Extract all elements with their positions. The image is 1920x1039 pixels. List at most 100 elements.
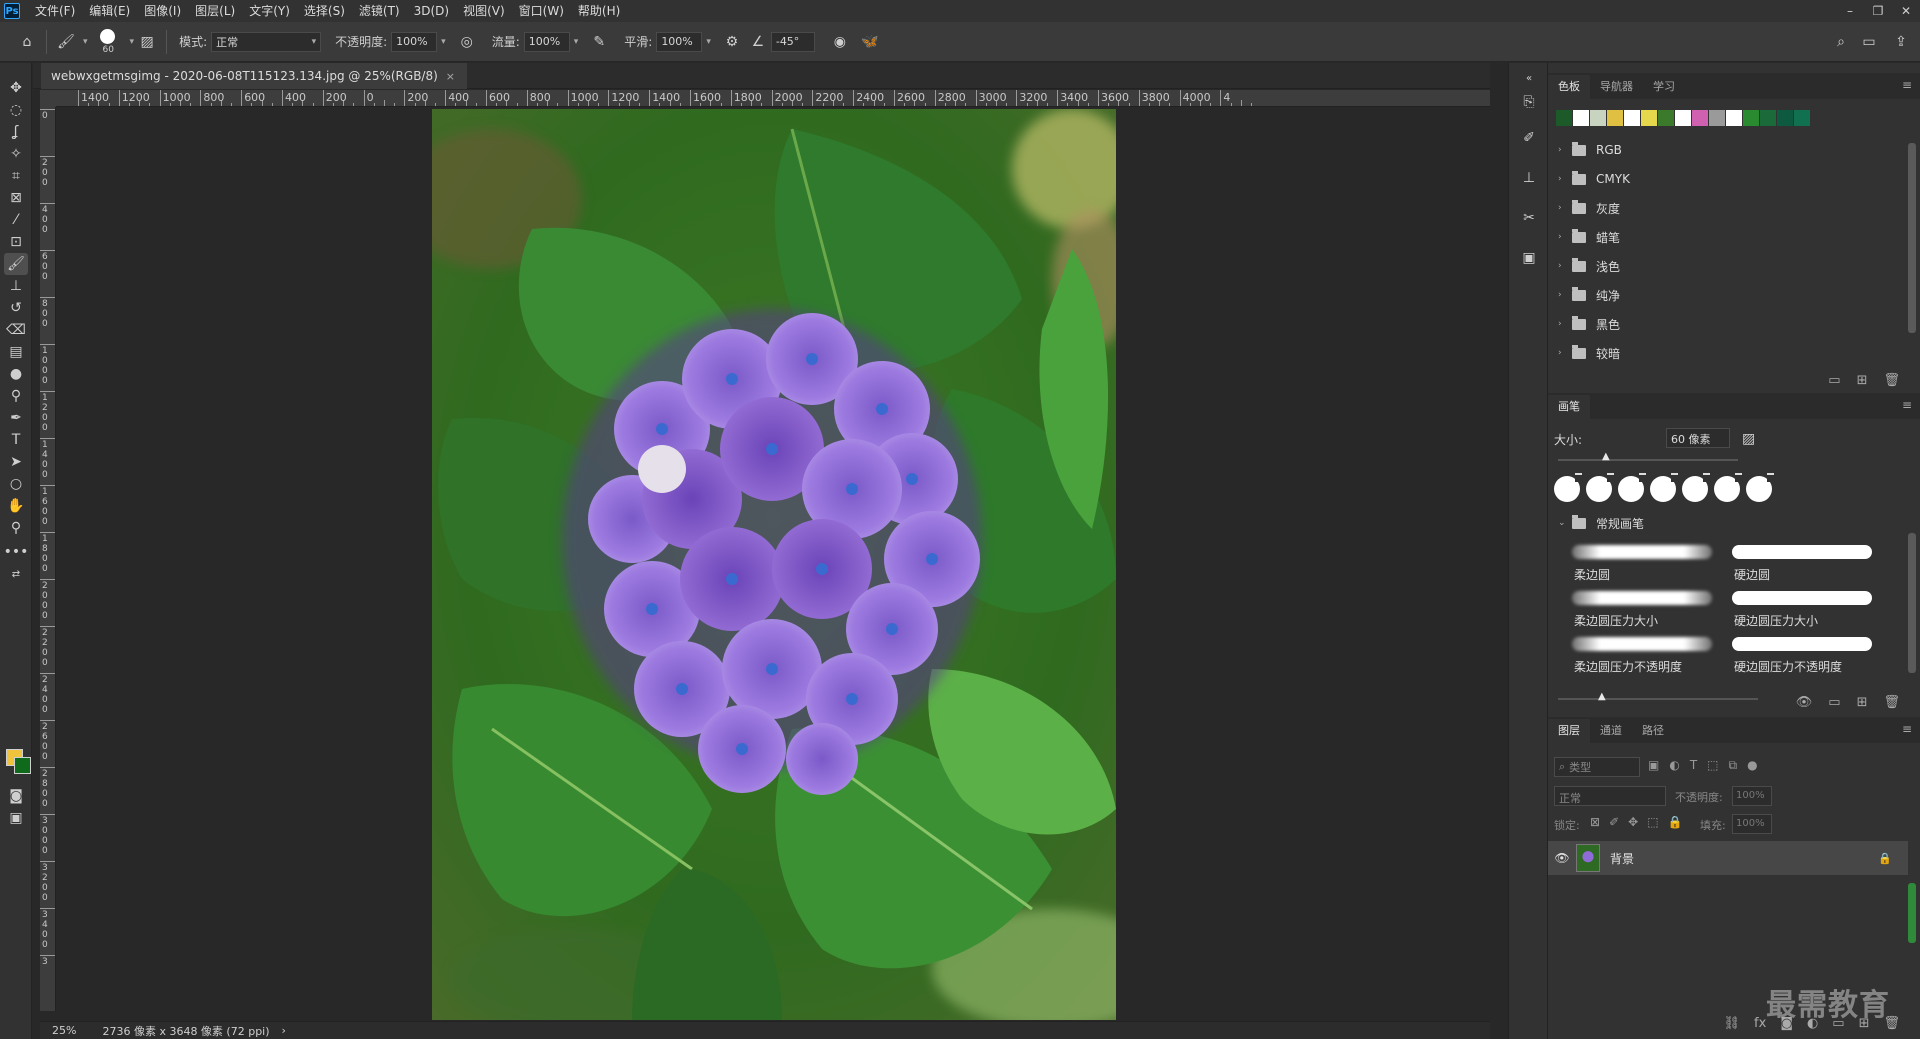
brush-tip-icon[interactable] (1714, 473, 1742, 502)
lasso-tool-icon[interactable]: ʆ (4, 121, 28, 143)
menu-image[interactable]: 图像(I) (137, 0, 188, 22)
menu-3d[interactable]: 3D(D) (407, 0, 456, 22)
horizontal-ruler[interactable]: 1400 1200 1000 800 600 400 200 0 200 400 600 800 100… (56, 90, 1490, 107)
tab-channels[interactable]: 通道 (1590, 719, 1632, 743)
angle-input[interactable]: -45° (770, 31, 815, 52)
panel-menu-icon[interactable]: ≡ (1902, 722, 1912, 736)
zoom-level[interactable]: 25% (52, 1024, 76, 1037)
color-swatch[interactable] (1743, 110, 1759, 126)
brush-tool-icon[interactable]: 🖌 (4, 253, 28, 275)
swatch-folder[interactable]: › 黑色 (1548, 310, 1908, 338)
brush-tool-preset-icon[interactable]: 🖌 (53, 29, 79, 55)
color-swatch[interactable] (1777, 110, 1793, 126)
new-brush-icon[interactable]: ⊞ (1857, 695, 1868, 710)
trash-icon[interactable]: 🗑 (1883, 373, 1900, 388)
shape-filter-icon[interactable]: ⬚ (1707, 758, 1718, 773)
layer-filter-search[interactable]: ⌕ 类型 (1554, 757, 1640, 777)
tab-layers[interactable]: 图层 (1548, 719, 1590, 743)
swatch-folder[interactable]: › CMYK (1548, 165, 1908, 193)
panel-menu-icon[interactable]: ≡ (1902, 398, 1912, 412)
type-filter-icon[interactable]: T (1690, 758, 1697, 773)
panel-menu-icon[interactable]: ≡ (1902, 78, 1912, 92)
symmetry-icon[interactable]: 🦋 (857, 29, 883, 55)
close-button[interactable]: ✕ (1892, 0, 1920, 22)
search-icon[interactable]: ⌕ (1828, 29, 1854, 55)
smoothing-input[interactable]: 100% (656, 31, 703, 52)
slider-handle-icon[interactable]: ▲ (1598, 691, 1606, 702)
airbrush-icon[interactable]: ✎ (586, 29, 612, 55)
color-swatch[interactable] (1675, 110, 1691, 126)
dodge-tool-icon[interactable]: ⚲ (4, 385, 28, 407)
ellipse-tool-icon[interactable]: ○ (4, 473, 28, 495)
color-swatch[interactable] (1556, 110, 1572, 126)
pressure-opacity-icon[interactable]: ◎ (454, 29, 480, 55)
brush-preset-picker[interactable]: 60 (92, 27, 126, 57)
layer-opacity-input[interactable]: 100% (1732, 786, 1772, 806)
brush-tip-icon[interactable] (1554, 473, 1582, 502)
history-panel-icon[interactable]: ⎘ (1518, 91, 1540, 113)
trash-icon[interactable]: 🗑 (1883, 695, 1900, 710)
brush-preset-hard-pressure-size[interactable]: 硬边圆压力大小 (1728, 587, 1878, 631)
eye-icon[interactable]: 👁 (1548, 851, 1576, 865)
brush-preset-hard-pressure-opacity[interactable]: 硬边圆压力不透明度 (1728, 633, 1878, 677)
hand-tool-icon[interactable]: ✋ (4, 495, 28, 517)
color-swatch[interactable] (1590, 110, 1606, 126)
lock-position-icon[interactable]: ✥ (1628, 815, 1638, 829)
swatch-folder[interactable]: › 纯净 (1548, 281, 1908, 309)
menu-select[interactable]: 选择(S) (297, 0, 352, 22)
color-swatch[interactable] (1641, 110, 1657, 126)
brush-tip-icon[interactable] (1586, 473, 1614, 502)
tool-presets-icon[interactable]: ✂ (1518, 207, 1540, 229)
brush-settings-icon[interactable]: ✐ (1518, 127, 1540, 149)
lock-pixels-icon[interactable]: ✐ (1609, 815, 1619, 829)
image-filter-icon[interactable]: ▣ (1648, 758, 1659, 773)
color-swatch[interactable] (1573, 110, 1589, 126)
color-swatch[interactable] (1760, 110, 1776, 126)
swatch-folder[interactable]: › 浅色 (1548, 252, 1908, 280)
collapse-panels-icon[interactable]: « (1518, 67, 1540, 89)
chevron-down-icon[interactable]: ▾ (83, 37, 88, 47)
tab-learn[interactable]: 学习 (1643, 75, 1685, 99)
background-color-swatch[interactable] (14, 757, 31, 774)
swatch-folder[interactable]: › 较暗 (1548, 339, 1908, 367)
path-selection-tool-icon[interactable]: ➤ (4, 451, 28, 473)
layers-scrollbar[interactable] (1908, 883, 1916, 943)
menu-type[interactable]: 文字(Y) (242, 0, 297, 22)
new-swatch-icon[interactable]: ⊞ (1857, 373, 1868, 388)
brush-size-slider[interactable] (1558, 459, 1738, 461)
lock-artboard-icon[interactable]: ⬚ (1647, 815, 1658, 829)
tab-swatches[interactable]: 色板 (1548, 75, 1590, 99)
close-icon[interactable]: × (446, 70, 455, 83)
clone-source-icon[interactable]: ⊥ (1518, 167, 1540, 189)
status-menu-arrow[interactable]: › (282, 1024, 286, 1037)
more-tools-icon[interactable]: ••• (4, 541, 29, 563)
chevron-down-icon[interactable]: ▾ (706, 37, 711, 47)
color-swatch[interactable] (1794, 110, 1810, 126)
brush-preset-soft-pressure-opacity[interactable]: 柔边圆压力不透明度 (1568, 633, 1718, 677)
adjustment-filter-icon[interactable]: ◐ (1669, 758, 1679, 773)
swatch-folder[interactable]: › 蜡笔 (1548, 223, 1908, 251)
tab-navigator[interactable]: 导航器 (1590, 75, 1643, 99)
quick-mask-icon[interactable]: ◙ (4, 785, 28, 807)
vertical-ruler[interactable]: 0 200 400 600 800 1000 1200 1400 1600 1800 2000 220… (40, 107, 56, 1011)
chevron-down-icon[interactable]: ▾ (574, 37, 579, 47)
magic-wand-tool-icon[interactable]: ✧ (4, 143, 28, 165)
menu-layer[interactable]: 图层(L) (188, 0, 242, 22)
menu-window[interactable]: 窗口(W) (512, 0, 571, 22)
color-swatch[interactable] (1607, 110, 1623, 126)
new-group-icon[interactable]: ▭ (1828, 373, 1840, 388)
swap-colors-icon[interactable]: ⇄ (4, 563, 28, 585)
brush-settings-toggle-icon[interactable]: ▨ (1742, 431, 1755, 447)
brush-tip-icon[interactable] (1746, 473, 1774, 502)
properties-icon[interactable]: ▣ (1518, 247, 1540, 269)
chevron-down-icon[interactable]: ▾ (441, 37, 446, 47)
brush-tip-icon[interactable] (1650, 473, 1678, 502)
color-swatch[interactable] (1726, 110, 1742, 126)
blur-tool-icon[interactable]: ● (4, 363, 28, 385)
healing-brush-tool-icon[interactable]: ⊡ (4, 231, 28, 253)
menu-edit[interactable]: 编辑(E) (82, 0, 137, 22)
brush-settings-panel-icon[interactable]: ▨ (134, 29, 160, 55)
swatch-folder[interactable]: › 灰度 (1548, 194, 1908, 222)
eyedropper-tool-icon[interactable]: ⁄ (4, 209, 28, 231)
marquee-tool-icon[interactable]: ◌ (4, 99, 28, 121)
